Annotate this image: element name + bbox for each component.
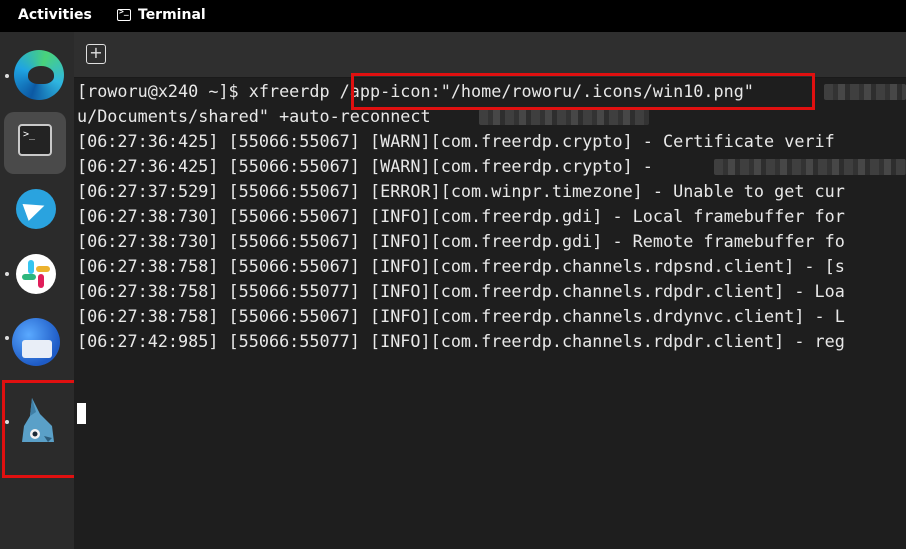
dock-item-slack[interactable] [6, 246, 64, 304]
dock-item-telegram[interactable] [6, 181, 64, 239]
app-name: Terminal [138, 7, 206, 23]
terminal-line: [06:27:38:730] [55066:55067] [INFO][com.… [77, 206, 845, 226]
terminal-line: [06:27:37:529] [55066:55067] [ERROR][com… [77, 181, 845, 201]
app-menu[interactable]: Terminal [117, 7, 206, 23]
remmina-highlight-box [2, 380, 82, 478]
terminal-line: [06:27:38:758] [55066:55067] [INFO][com.… [77, 306, 845, 326]
terminal-icon [117, 7, 131, 21]
dock-item-edge[interactable] [10, 46, 68, 104]
terminal-line: [06:27:36:425] [55066:55067] [WARN][com.… [77, 131, 835, 151]
terminal-header: + [74, 32, 906, 78]
terminal-line: [06:27:38:758] [55066:55067] [INFO][com.… [77, 256, 845, 276]
text-cursor [77, 403, 86, 424]
redacted-region [824, 84, 906, 100]
plus-icon: + [89, 43, 103, 62]
dock-item-thunderbird[interactable] [6, 312, 64, 370]
running-indicator [5, 74, 9, 78]
terminal-output[interactable]: [roworu@x240 ~]$ xfreerdp /app-icon:"/ho… [74, 78, 906, 549]
app-icon-argument-highlight-box [351, 73, 815, 110]
redacted-region [479, 109, 649, 125]
active-app-tile: >_ [4, 112, 66, 174]
terminal-line: [06:27:38:730] [55066:55067] [INFO][com.… [77, 231, 845, 251]
terminal-line: [06:27:38:758] [55066:55077] [INFO][com.… [77, 281, 845, 301]
terminal-line: [06:27:42:985] [55066:55077] [INFO][com.… [77, 331, 845, 351]
dock-item-terminal[interactable]: >_ [4, 112, 66, 174]
redacted-region [714, 159, 906, 175]
slack-icon [16, 254, 56, 294]
new-tab-button[interactable]: + [86, 44, 106, 64]
thunderbird-icon [12, 318, 60, 366]
edge-icon [14, 50, 64, 100]
telegram-icon [16, 189, 56, 229]
top-bar: Activities Terminal [0, 0, 906, 32]
terminal-line: [06:27:36:425] [55066:55067] [WARN][com.… [77, 156, 653, 176]
terminal-window: + [roworu@x240 ~]$ xfreerdp /app-icon:"/… [74, 32, 906, 549]
terminal-icon: >_ [18, 124, 52, 156]
activities-button[interactable]: Activities [18, 7, 92, 23]
